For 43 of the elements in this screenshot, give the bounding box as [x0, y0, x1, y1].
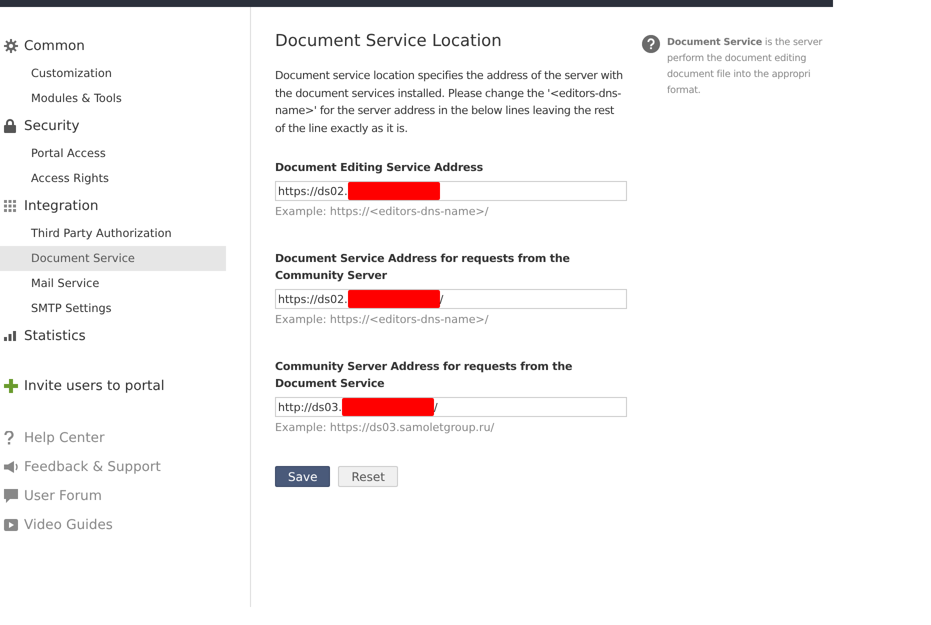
help-text: perform the document editing [667, 52, 806, 66]
sidebar-item[interactable]: Third Party Authorization [0, 221, 226, 246]
example-text: Example: https://<editors-dns-name>/ [275, 205, 490, 218]
reset-button[interactable]: Reset [338, 466, 398, 487]
question-mark-icon [4, 430, 14, 444]
address-field[interactable]: https://ds02. [275, 181, 627, 201]
address-field[interactable]: http://ds03. / [275, 397, 627, 417]
help-text: Document Service is the server [667, 36, 822, 50]
sidebar-group[interactable]: Common [24, 38, 85, 54]
sidebar-group[interactable]: Security [24, 118, 80, 134]
sidebar-item[interactable]: Portal Access [0, 141, 226, 166]
sidebar-group[interactable]: Integration [24, 198, 98, 214]
sidebar-item[interactable]: Mail Service [0, 271, 226, 296]
help-text: format. [667, 84, 701, 98]
field-label: Document Editing Service Address [275, 160, 484, 176]
plus-icon [4, 379, 18, 393]
field-label: Community Server Address for requests from the Document Service [275, 359, 574, 392]
help-link[interactable]: Feedback & Support [24, 458, 161, 474]
example-text: Example: https://ds03.samoletgroup.ru/ [275, 421, 496, 434]
help-link[interactable]: Help Center [24, 430, 105, 446]
gear-icon [4, 39, 18, 53]
speech-bubble-icon [4, 488, 18, 502]
megaphone-icon [4, 460, 20, 472]
description-text: Document service location specifies the address of the server with the document services installed. Please change the '<editors-dns-name>' for the server address in the below lines leaving the rest of the line exactly as it is. [275, 68, 624, 136]
sidebar-item[interactable]: Document Service [0, 246, 226, 271]
play-icon [4, 518, 18, 530]
help-icon [642, 35, 660, 53]
sidebar-item[interactable]: Modules & Tools [0, 86, 226, 111]
sidebar-item[interactable]: Access Rights [0, 166, 226, 191]
bar-chart-icon [4, 331, 16, 341]
invite-link[interactable]: Invite users to portal [24, 378, 164, 394]
save-button[interactable]: Save [275, 466, 330, 487]
page-title: Document Service Location [275, 31, 503, 50]
field-label: Document Service Address for requests from the Community Server [275, 251, 571, 284]
example-text: Example: https://<editors-dns-name>/ [275, 313, 490, 326]
lock-icon [4, 119, 16, 133]
help-link[interactable]: Video Guides [24, 516, 113, 532]
help-link[interactable]: User Forum [24, 488, 102, 504]
sidebar-item[interactable]: SMTP Settings [0, 296, 226, 321]
help-text: document file into the appropri [667, 68, 810, 82]
grid-icon [4, 200, 16, 212]
sidebar-group[interactable]: Statistics [24, 328, 86, 344]
sidebar-item[interactable]: Customization [0, 61, 226, 86]
